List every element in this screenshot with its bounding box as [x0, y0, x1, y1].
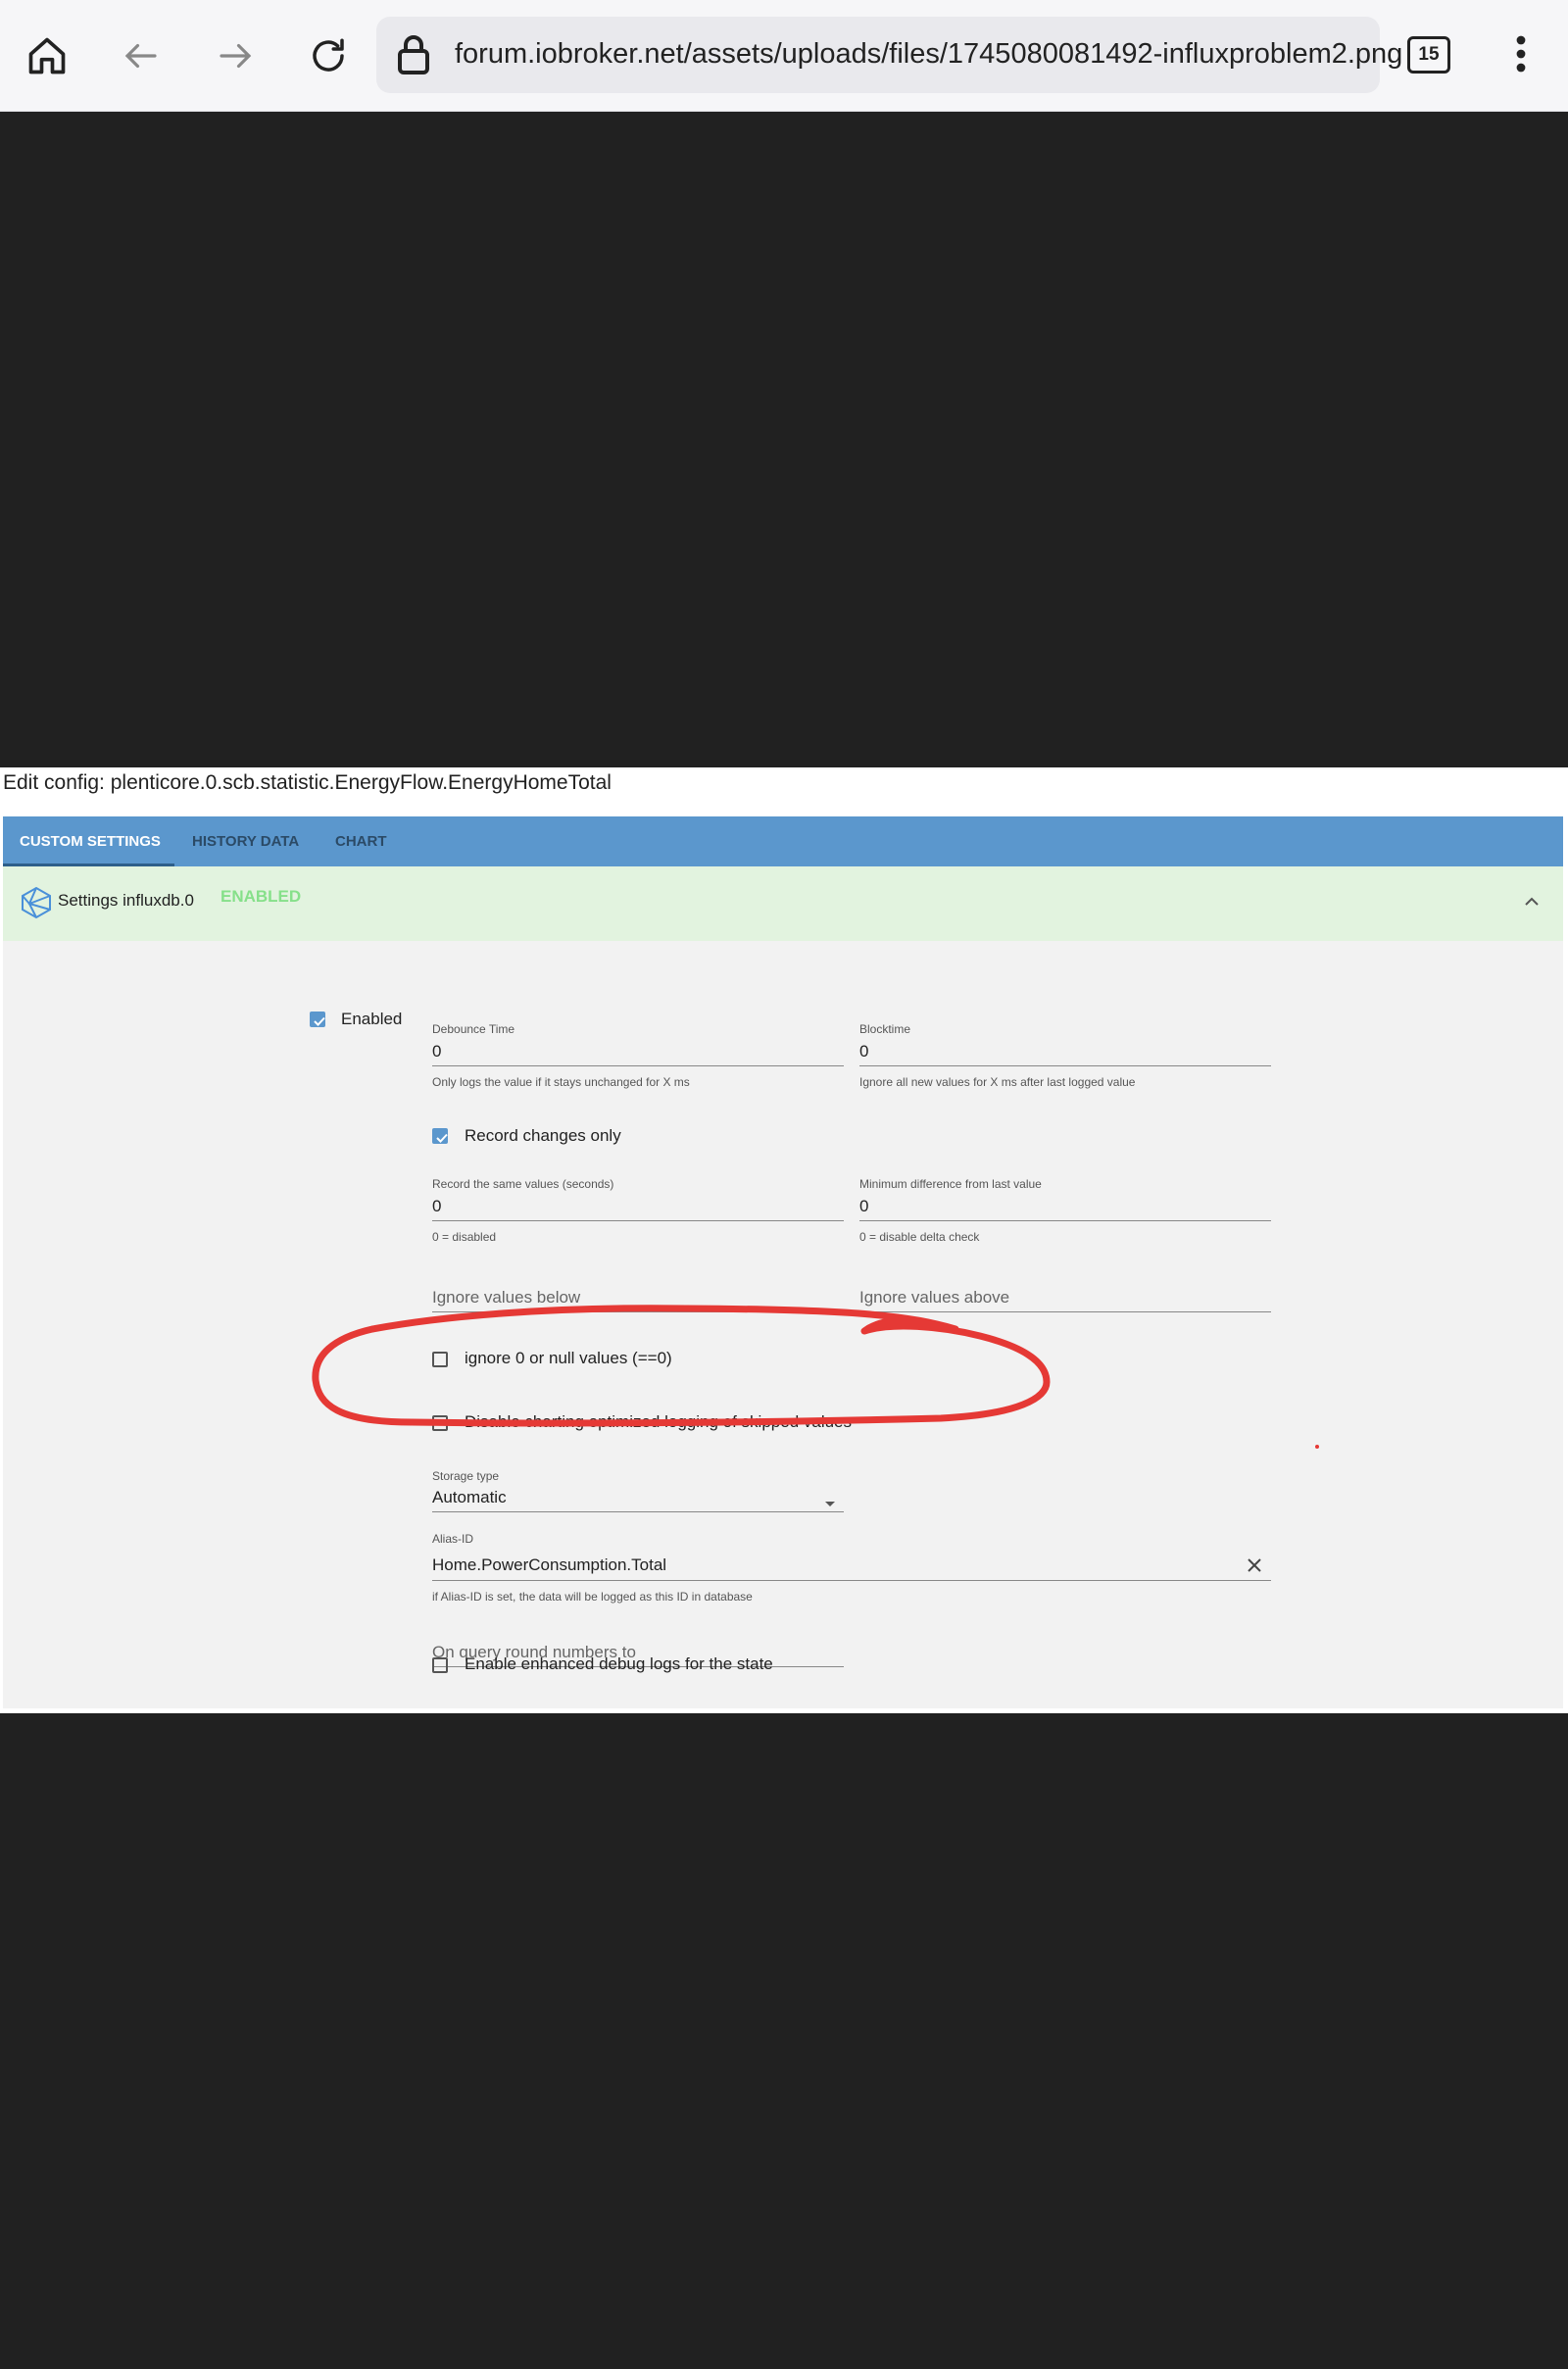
forward-arrow-icon[interactable]	[204, 25, 267, 87]
config-screenshot: Edit config: plenticore.0.scb.statistic.…	[0, 767, 1568, 1713]
home-icon[interactable]	[16, 25, 78, 87]
red-annotation-circle	[312, 1305, 1319, 1449]
reload-icon[interactable]	[297, 25, 360, 87]
url-text[interactable]: forum.iobroker.net/assets/uploads/files/…	[455, 38, 1402, 71]
more-menu-icon[interactable]	[1505, 32, 1537, 80]
back-arrow-icon[interactable]	[110, 25, 172, 87]
lock-icon	[396, 33, 431, 81]
tab-count-button[interactable]: 15	[1407, 36, 1450, 74]
address-bar[interactable]: forum.iobroker.net/assets/uploads/files/…	[376, 17, 1402, 93]
browser-toolbar: forum.iobroker.net/assets/uploads/files/…	[0, 0, 1568, 112]
